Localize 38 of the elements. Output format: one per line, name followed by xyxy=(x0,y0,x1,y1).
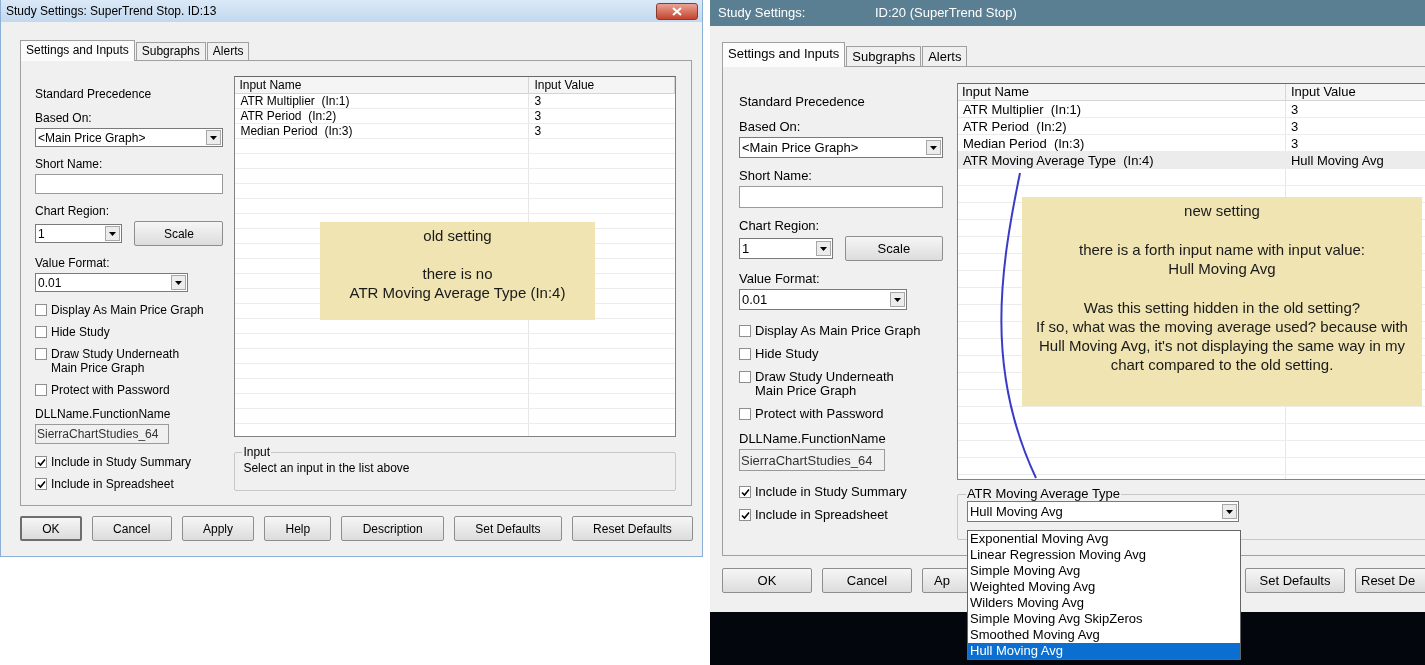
group-title: Input xyxy=(242,445,272,459)
checkbox-label: Display As Main Price Graph xyxy=(51,303,204,317)
field-label: Chart Region: xyxy=(35,204,111,218)
field-label: Value Format: xyxy=(35,256,111,270)
checkbox-label: Draw Study Underneath Main Price Graph xyxy=(51,347,180,375)
window-title: ID:20 (SuperTrend Stop) xyxy=(875,4,1017,23)
hint-text: Select an input in the list above xyxy=(243,460,411,477)
checkbox-label: Draw Study Underneath Main Price Graph xyxy=(755,370,894,398)
note-text: new setting xyxy=(1183,201,1261,220)
checkbox-label: Protect with Password xyxy=(51,383,170,397)
note-text: If so, what was the moving average used? because with Hull Moving Avg, it's not displaying the same way in my chart compared to the old setting. xyxy=(1035,317,1409,374)
checkbox-label: Include in Spreadsheet xyxy=(51,477,174,491)
field-label: DLLName.FunctionName xyxy=(739,432,887,446)
group-title: ATR Moving Average Type xyxy=(965,487,1122,501)
window-title: Study Settings: xyxy=(718,4,807,23)
field-label: Value Format: xyxy=(739,272,821,286)
note-text: old setting xyxy=(422,226,493,245)
checkbox-label: Include in Spreadsheet xyxy=(755,508,888,522)
note-text: there is no xyxy=(421,264,494,283)
window-title: Study Settings: SuperTrend Stop. ID:13 xyxy=(6,3,217,20)
section-label: Standard Precedence xyxy=(739,95,866,109)
checkbox-label: Include in Study Summary xyxy=(51,455,192,469)
checkbox-label: Hide Study xyxy=(755,347,819,361)
field-label: DLLName.FunctionName xyxy=(35,407,172,421)
checkbox-label: Include in Study Summary xyxy=(755,485,907,499)
field-label: Based On: xyxy=(739,120,802,134)
checkbox-label: Protect with Password xyxy=(755,407,884,421)
checkbox-label: Display As Main Price Graph xyxy=(755,324,921,338)
note-text: Was this setting hidden in the old setting? xyxy=(1082,298,1362,317)
checkbox-label: Hide Study xyxy=(51,325,110,339)
note-text: ATR Moving Average Type (In:4) xyxy=(348,283,567,302)
field-label: Short Name: xyxy=(739,169,813,183)
note-text: there is a forth input name with input value: xyxy=(1078,240,1366,259)
note-text: Hull Moving Avg xyxy=(1167,259,1277,278)
field-label: Based On: xyxy=(35,111,93,125)
field-label: Short Name: xyxy=(35,157,104,171)
field-label: Chart Region: xyxy=(739,219,821,233)
section-label: Standard Precedence xyxy=(35,87,153,101)
